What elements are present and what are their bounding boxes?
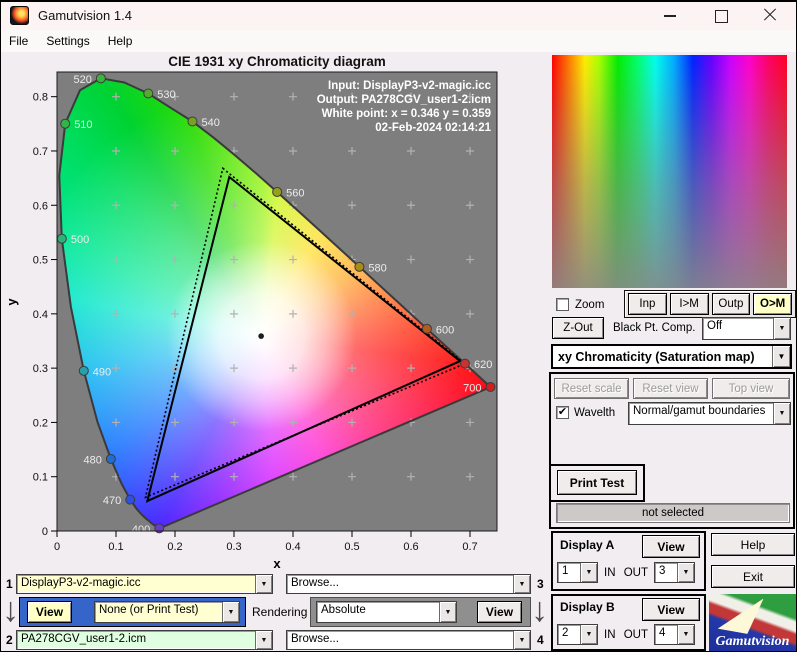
view-right-button[interactable]: View	[477, 601, 522, 623]
dropdown-arrow-icon[interactable]: ▼	[439, 602, 456, 622]
slot-4-label: 4	[537, 633, 544, 647]
menu-file[interactable]: File	[0, 31, 37, 51]
menu-help[interactable]: Help	[99, 31, 142, 51]
transform-dropdown[interactable]: None (or Print Test) ▼	[94, 601, 240, 623]
dropdown-arrow-icon[interactable]: ▼	[677, 563, 694, 582]
maximize-icon[interactable]	[713, 8, 728, 23]
menubar: File Settings Help	[0, 30, 797, 52]
app-icon	[10, 5, 29, 25]
display-b-view-button[interactable]: View	[642, 598, 700, 621]
dropdown-arrow-icon[interactable]: ▼	[513, 575, 530, 593]
display-b-in-dropdown[interactable]: 2 ▼	[557, 624, 598, 645]
x-tick-label: 0.7	[462, 541, 477, 553]
titlebar: Gamutvision 1.4	[0, 0, 797, 30]
dropdown-arrow-icon[interactable]: ▼	[222, 602, 239, 622]
reset-scale-button[interactable]: Reset scale	[554, 378, 629, 399]
exit-button[interactable]: Exit	[711, 565, 795, 588]
display-b-title: Display B	[560, 600, 615, 614]
dropdown-arrow-icon[interactable]: ▼	[772, 346, 790, 367]
zoom-checkbox-label: Zoom	[575, 299, 605, 311]
dropdown-arrow-icon[interactable]: ▼	[773, 318, 790, 339]
chart-title: CIE 1931 xy Chromaticity diagram	[168, 54, 386, 69]
dropdown-arrow-icon[interactable]: ▼	[255, 631, 272, 649]
zoom-checkbox[interactable]	[556, 298, 569, 311]
help-button[interactable]: Help	[711, 533, 795, 556]
window-controls	[663, 8, 787, 23]
y-tick-label: 0.8	[33, 92, 48, 104]
x-tick-label: 0.3	[226, 541, 241, 553]
minimize-icon[interactable]	[663, 8, 677, 22]
outp-button[interactable]: Outp	[711, 293, 751, 315]
slot-2-label: 2	[6, 633, 13, 647]
black-pt-comp-label: Black Pt. Comp.	[613, 322, 696, 334]
selection-status: not selected	[556, 503, 790, 523]
y-axis-title: y	[4, 298, 19, 306]
display-a-out-dropdown[interactable]: 3 ▼	[654, 562, 695, 583]
gamutvision-logo: Gamutvision	[709, 594, 796, 651]
x-axis-title: x	[273, 556, 281, 571]
x-tick-label: 0.4	[285, 541, 300, 553]
dropdown-arrow-icon[interactable]: ▼	[580, 563, 597, 582]
display-a-view-button[interactable]: View	[642, 535, 700, 558]
y-tick-label: 0.7	[33, 146, 48, 158]
y-tick-label: 0.5	[33, 255, 48, 267]
rendering-intent-dropdown[interactable]: Absolute ▼	[316, 601, 457, 623]
display-a-in-dropdown[interactable]: 1 ▼	[557, 562, 598, 583]
y-tick-label: 0.2	[33, 417, 48, 429]
x-tick-label: 0.1	[108, 541, 123, 553]
display-a-inout-label: IN OUT	[604, 567, 648, 579]
slot-3-label: 3	[537, 577, 544, 591]
logo-text: Gamutvision	[715, 634, 790, 649]
browse-3-dropdown[interactable]: Browse... ▼	[286, 574, 531, 594]
wavelth-checkbox[interactable]: ✔	[556, 406, 569, 419]
display-mode-dropdown[interactable]: xy Chromaticity (Saturation map) ▼	[551, 344, 792, 369]
dropdown-arrow-icon[interactable]: ▼	[255, 575, 272, 593]
dropdown-arrow-icon[interactable]: ▼	[773, 403, 790, 424]
profile-2-dropdown[interactable]: PA278CGV_user1-2.icm ▼	[16, 630, 273, 650]
boundaries-dropdown[interactable]: Normal/gamut boundaries ▼	[628, 402, 791, 425]
y-tick-label: 0.3	[33, 363, 48, 375]
flow-down-arrow-right-icon: ↓	[531, 591, 548, 629]
menu-settings[interactable]: Settings	[37, 31, 98, 51]
view-source-buttons: Inp I>M Outp O>M	[624, 290, 796, 318]
x-tick-label: 0.6	[403, 541, 418, 553]
o-to-m-button[interactable]: O>M	[753, 293, 792, 315]
x-tick-label: 0.5	[344, 541, 359, 553]
profile-1-dropdown[interactable]: DisplayP3-v2-magic.icc ▼	[16, 574, 273, 594]
dropdown-arrow-icon[interactable]: ▼	[677, 625, 694, 644]
close-icon[interactable]	[763, 8, 777, 22]
dropdown-arrow-icon[interactable]: ▼	[580, 625, 597, 644]
wavelth-checkbox-label: Wavelth	[574, 407, 616, 419]
saturation-map-image[interactable]	[552, 55, 787, 288]
display-b-inout-label: IN OUT	[604, 629, 648, 641]
display-b-out-dropdown[interactable]: 4 ▼	[654, 624, 695, 645]
display-a-title: Display A	[560, 538, 615, 552]
window-title: Gamutvision 1.4	[38, 7, 132, 23]
dropdown-arrow-icon[interactable]: ▼	[513, 631, 530, 649]
top-view-button[interactable]: Top view	[712, 378, 790, 399]
inp-button[interactable]: Inp	[628, 293, 667, 315]
print-test-button[interactable]: Print Test	[557, 470, 637, 495]
y-tick-label: 0.6	[33, 200, 48, 212]
slot-1-label: 1	[6, 577, 13, 591]
view-left-button[interactable]: View	[27, 601, 72, 623]
x-tick-label: 0.2	[167, 541, 182, 553]
black-pt-comp-dropdown[interactable]: Off ▼	[702, 317, 791, 340]
x-tick-label: 0	[54, 541, 60, 553]
y-tick-label: 0	[42, 526, 48, 538]
y-tick-label: 0.4	[33, 309, 48, 321]
browse-4-dropdown[interactable]: Browse... ▼	[286, 630, 531, 650]
rendering-label: Rendering	[252, 605, 308, 619]
logo-sail-icon	[717, 598, 764, 634]
i-to-m-button[interactable]: I>M	[669, 293, 709, 315]
reset-view-button[interactable]: Reset view	[633, 378, 708, 399]
y-tick-label: 0.1	[33, 472, 48, 484]
flow-down-arrow-left-icon: ↓	[2, 591, 19, 629]
z-out-button[interactable]: Z-Out	[552, 317, 604, 339]
